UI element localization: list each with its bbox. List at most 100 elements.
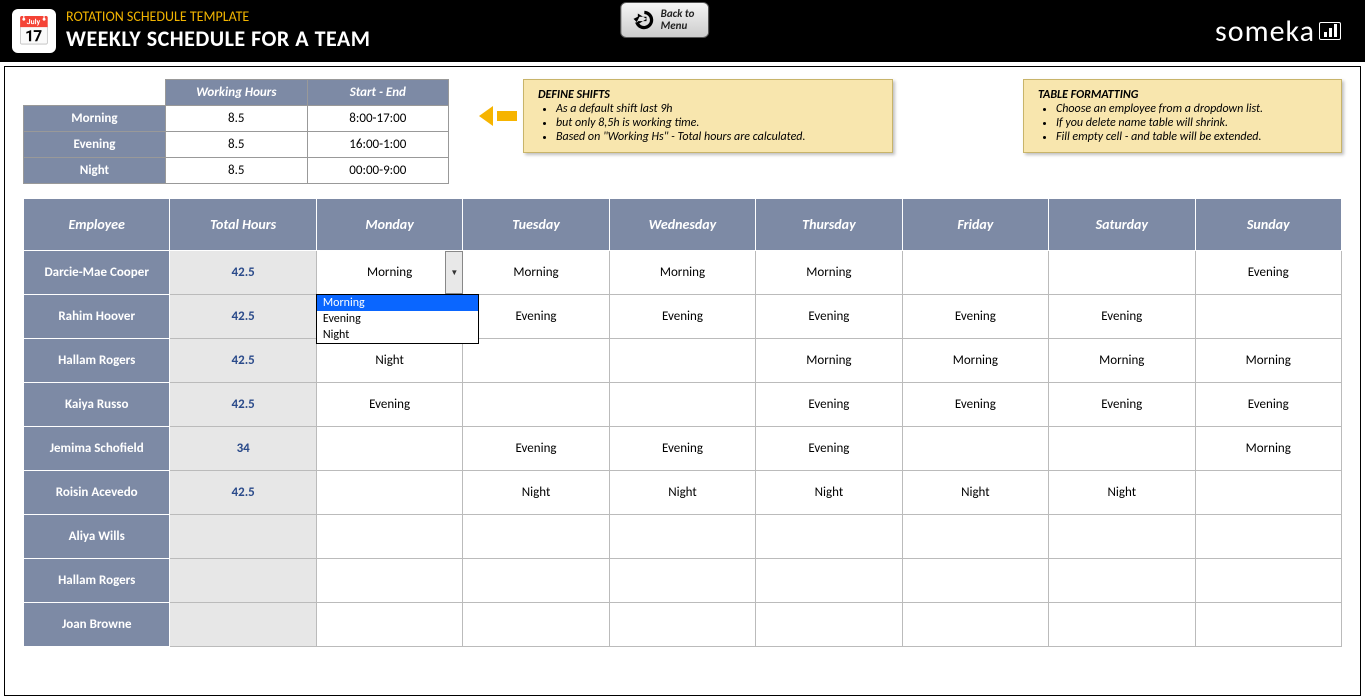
total-hours-cell [170, 515, 316, 559]
shift-cell[interactable] [1195, 603, 1342, 647]
shift-cell[interactable]: Evening [609, 295, 755, 339]
shift-cell[interactable]: Night [756, 471, 902, 515]
total-hours-cell: 42.5 [170, 339, 316, 383]
shift-cell[interactable] [316, 559, 462, 603]
shift-cell[interactable] [316, 515, 462, 559]
shift-cell[interactable] [902, 251, 1048, 295]
shift-cell[interactable] [1049, 427, 1195, 471]
col-mon: Monday [316, 199, 462, 251]
shift-cell[interactable]: Evening [463, 295, 609, 339]
shift-cell[interactable] [1049, 251, 1195, 295]
shift-range-cell[interactable]: 16:00-1:00 [307, 132, 448, 158]
shift-cell[interactable] [316, 603, 462, 647]
shift-cell[interactable]: Evening [902, 383, 1048, 427]
shift-cell[interactable]: Morning [756, 339, 902, 383]
schedule-table: Employee Total Hours Monday Tuesday Wedn… [23, 198, 1342, 647]
total-hours-cell: 34 [170, 427, 316, 471]
shift-cell[interactable]: Evening [609, 427, 755, 471]
shift-range-cell[interactable]: 8:00-17:00 [307, 106, 448, 132]
shift-cell[interactable] [902, 603, 1048, 647]
shift-cell[interactable] [1049, 603, 1195, 647]
shift-cell[interactable] [316, 427, 462, 471]
shift-cell[interactable]: Evening [756, 295, 902, 339]
shift-hours-cell[interactable]: 8.5 [165, 132, 307, 158]
shift-cell[interactable]: Morning [756, 251, 902, 295]
col-fri: Friday [902, 199, 1048, 251]
shift-cell[interactable]: Night [1049, 471, 1195, 515]
shift-cell[interactable] [609, 559, 755, 603]
shift-cell[interactable] [1195, 295, 1342, 339]
page-title: WEEKLY SCHEDULE FOR A TEAM [66, 26, 371, 52]
title-block: ROTATION SCHEDULE TEMPLATE WEEKLY SCHEDU… [66, 9, 371, 52]
shift-cell[interactable]: Evening [1195, 251, 1342, 295]
shift-cell[interactable]: Evening [756, 427, 902, 471]
shift-cell[interactable] [609, 515, 755, 559]
employee-cell[interactable]: Roisin Acevedo [24, 471, 170, 515]
shift-cell[interactable]: Morning [1049, 339, 1195, 383]
shift-cell[interactable]: Evening [316, 383, 462, 427]
employee-cell[interactable]: Hallam Rogers [24, 339, 170, 383]
note-item: Fill empty cell - and table will be exte… [1056, 130, 1327, 144]
shift-cell[interactable] [316, 471, 462, 515]
note-title: TABLE FORMATTING [1038, 88, 1327, 102]
shift-cell[interactable] [463, 559, 609, 603]
note-item: If you delete name table will shrink. [1056, 116, 1327, 130]
employee-cell[interactable]: Joan Browne [24, 603, 170, 647]
note-item: but only 8,5h is working time. [556, 116, 878, 130]
dropdown-handle[interactable]: ▼ [445, 251, 463, 294]
shift-cell[interactable] [1195, 515, 1342, 559]
employee-cell[interactable]: Hallam Rogers [24, 559, 170, 603]
shift-cell[interactable] [902, 427, 1048, 471]
employee-cell[interactable]: Darcie-Mae Cooper [24, 251, 170, 295]
employee-cell[interactable]: Aliya Wills [24, 515, 170, 559]
shift-cell[interactable]: Night [463, 471, 609, 515]
shift-cell[interactable] [1049, 559, 1195, 603]
shift-cell[interactable] [609, 603, 755, 647]
shift-hours-cell[interactable]: 8.5 [165, 106, 307, 132]
shift-label: Morning [24, 106, 166, 132]
shift-cell[interactable] [756, 559, 902, 603]
shift-cell[interactable]: Morning▼MorningEveningNight [316, 251, 462, 295]
shift-cell[interactable]: Morning [1195, 339, 1342, 383]
shift-range-cell[interactable]: 00:00-9:00 [307, 158, 448, 184]
table-row: Aliya Wills [24, 515, 1342, 559]
shift-cell[interactable]: Evening [1195, 383, 1342, 427]
employee-cell[interactable]: Kaiya Russo [24, 383, 170, 427]
shift-cell[interactable]: Morning [463, 251, 609, 295]
shift-cell[interactable] [463, 339, 609, 383]
shift-cell[interactable] [1195, 471, 1342, 515]
note-title: DEFINE SHIFTS [538, 88, 878, 102]
back-to-menu-button[interactable]: Back toMenu [620, 2, 710, 38]
shift-cell[interactable] [1195, 559, 1342, 603]
shift-cell[interactable] [1049, 515, 1195, 559]
shift-cell[interactable] [902, 559, 1048, 603]
shift-hours-cell[interactable]: 8.5 [165, 158, 307, 184]
shift-cell[interactable]: Morning [1195, 427, 1342, 471]
shift-cell[interactable]: Morning [609, 251, 755, 295]
shift-cell[interactable]: Evening [756, 383, 902, 427]
shift-cell[interactable] [463, 603, 609, 647]
shift-cell[interactable]: Night [609, 471, 755, 515]
employee-cell[interactable]: Jemima Schofield [24, 427, 170, 471]
shift-cell[interactable]: Evening [1049, 383, 1195, 427]
dropdown-option[interactable]: Morning [317, 295, 478, 311]
table-row: Kaiya Russo42.5EveningEveningEveningEven… [24, 383, 1342, 427]
dropdown-option[interactable]: Evening [317, 311, 478, 327]
shift-cell[interactable] [463, 515, 609, 559]
shift-cell[interactable]: Evening [1049, 295, 1195, 339]
shift-cell[interactable] [756, 515, 902, 559]
shift-cell[interactable] [609, 383, 755, 427]
shift-cell[interactable] [609, 339, 755, 383]
shift-cell[interactable] [463, 383, 609, 427]
shift-cell[interactable]: Morning [902, 339, 1048, 383]
shift-cell[interactable]: Evening [463, 427, 609, 471]
dropdown-list[interactable]: MorningEveningNight [316, 294, 479, 344]
employee-cell[interactable]: Rahim Hoover [24, 295, 170, 339]
schedule-header-row: Employee Total Hours Monday Tuesday Wedn… [24, 199, 1342, 251]
dropdown-option[interactable]: Night [317, 327, 478, 343]
shift-cell[interactable]: Evening [902, 295, 1048, 339]
shift-cell[interactable] [902, 515, 1048, 559]
shift-cell[interactable]: Night [316, 339, 462, 383]
shift-cell[interactable] [756, 603, 902, 647]
shift-cell[interactable]: Night [902, 471, 1048, 515]
